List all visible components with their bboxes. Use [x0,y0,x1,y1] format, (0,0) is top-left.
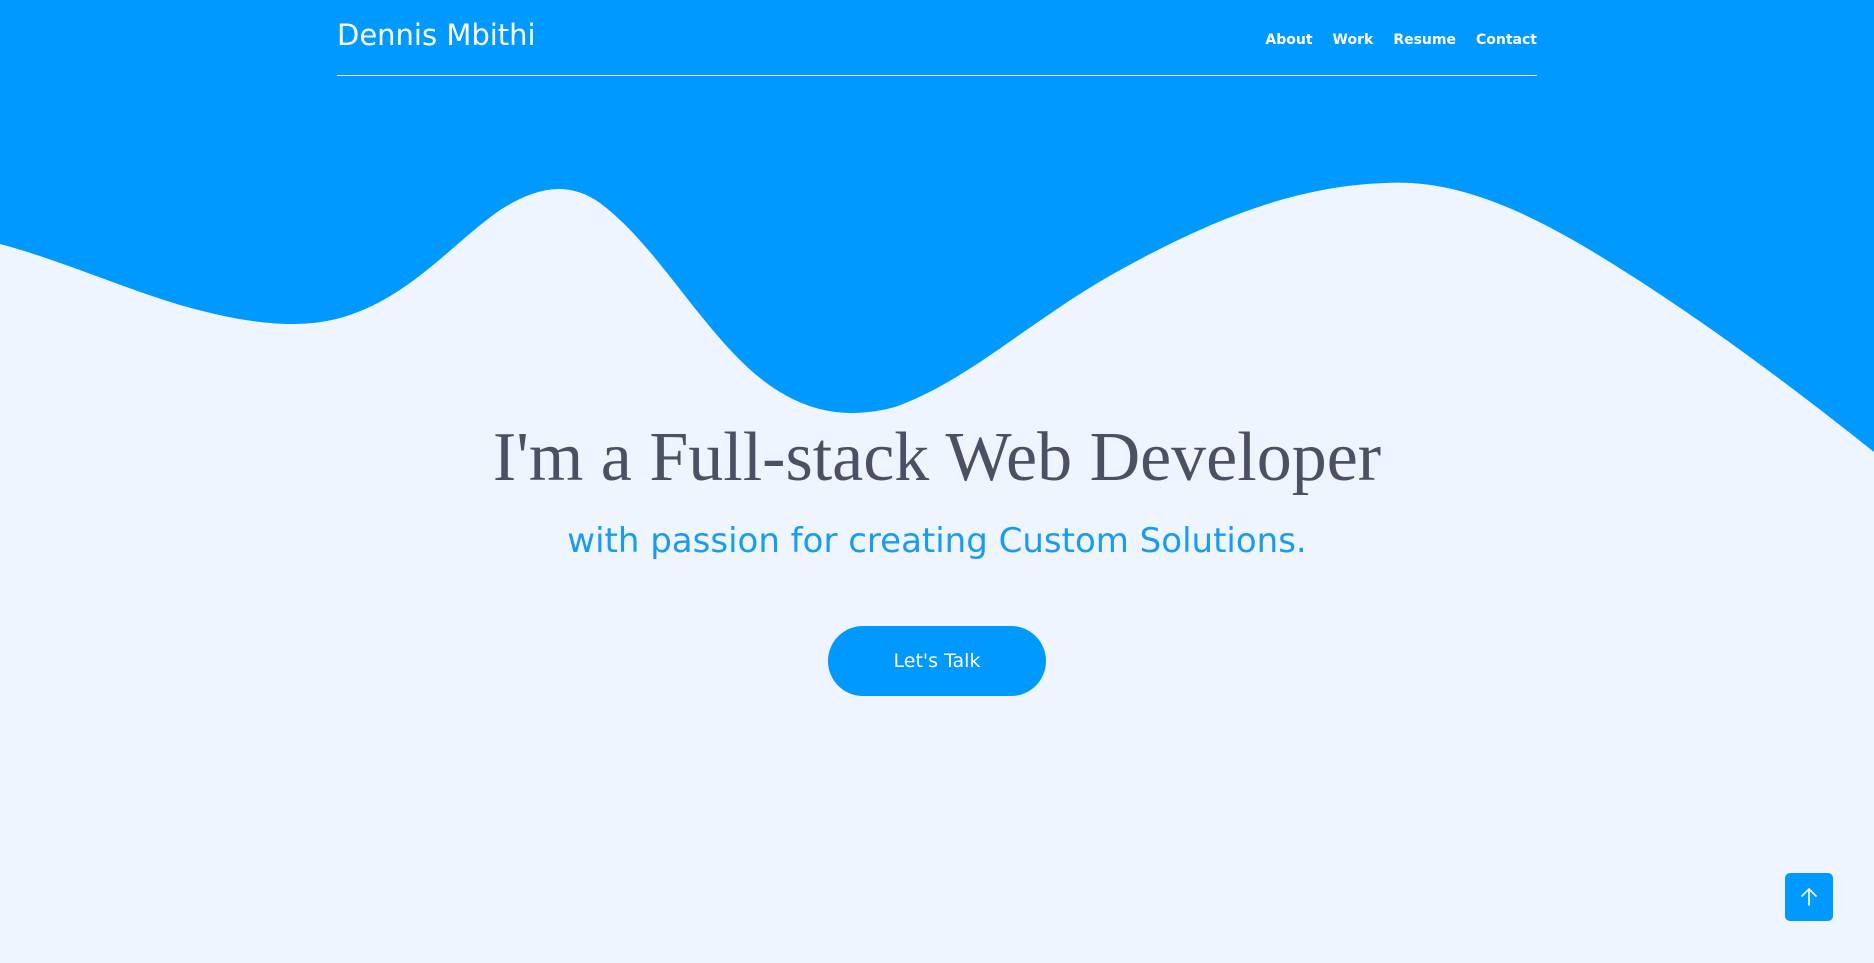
brand-logo-text[interactable]: Dennis Mbithi [337,18,536,52]
nav-item-about: About [1265,29,1312,48]
navbar: Dennis Mbithi About Work Resume Contact [337,0,1537,76]
hero-subtitle: with passion for creating Custom Solutio… [567,521,1307,561]
nav-link-resume[interactable]: Resume [1393,32,1456,48]
nav-link-work[interactable]: Work [1333,32,1374,48]
scroll-to-top-button[interactable] [1785,873,1833,921]
nav-item-resume: Resume [1393,29,1456,48]
nav-link-about[interactable]: About [1265,32,1312,48]
nav-links: About Work Resume Contact [1265,29,1537,48]
nav-item-contact: Contact [1476,29,1537,48]
nav-item-work: Work [1333,29,1374,48]
arrow-up-icon [1801,888,1817,906]
nav-link-contact[interactable]: Contact [1476,32,1537,48]
hero-title: I'm a Full-stack Web Developer [492,419,1382,496]
lets-talk-button[interactable]: Let's Talk [828,626,1046,696]
